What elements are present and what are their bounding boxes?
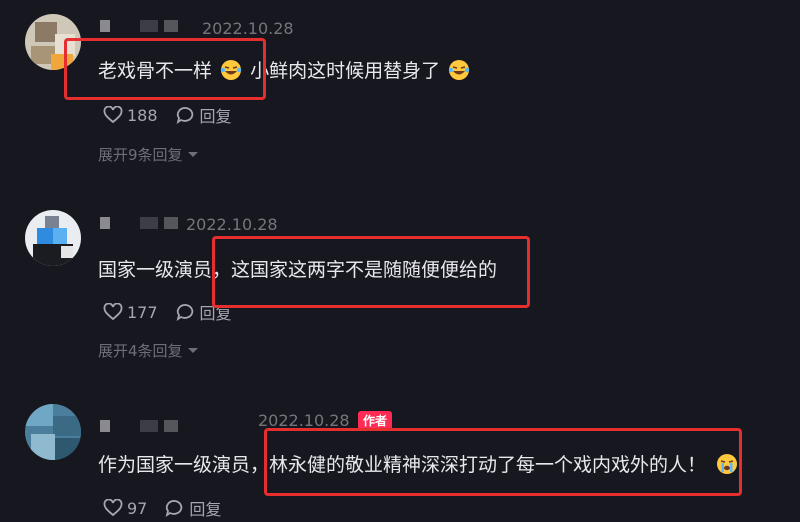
- chevron-down-icon: [187, 151, 198, 157]
- like-count: 177: [127, 302, 158, 322]
- expand-replies-label: 展开9条回复: [98, 146, 183, 164]
- highlight-box: [212, 236, 530, 308]
- reply-label: 回复: [189, 500, 222, 519]
- expand-replies-button[interactable]: 展开4条回复: [98, 340, 199, 361]
- tears-of-joy-emoji-icon: [448, 60, 470, 80]
- reply-button[interactable]: 回复: [176, 103, 232, 127]
- avatar[interactable]: [25, 404, 81, 460]
- like-count: 97: [127, 498, 148, 518]
- highlight-box: [64, 38, 266, 100]
- speech-bubble-icon: [176, 107, 193, 124]
- chevron-down-icon: [187, 347, 198, 353]
- like-button[interactable]: 97: [103, 499, 147, 518]
- like-button[interactable]: 188: [103, 106, 158, 125]
- like-button[interactable]: 177: [103, 303, 158, 322]
- speech-bubble-icon: [176, 304, 193, 321]
- comment-date: 2022.10.28: [186, 215, 278, 234]
- highlight-box: [264, 428, 742, 496]
- heart-icon: [103, 499, 123, 517]
- expand-replies-label: 展开4条回复: [98, 342, 183, 360]
- speech-bubble-icon: [165, 500, 183, 517]
- heart-icon: [103, 303, 123, 321]
- username[interactable]: [100, 420, 178, 432]
- avatar[interactable]: [25, 210, 81, 266]
- comment-date: 2022.10.28: [202, 19, 294, 38]
- reply-button[interactable]: 回复: [165, 496, 221, 520]
- username[interactable]: [100, 217, 178, 229]
- username[interactable]: [100, 20, 178, 32]
- heart-icon: [103, 106, 123, 124]
- like-count: 188: [127, 105, 158, 125]
- comment-text-part: 小鲜肉这时候用替身了: [250, 60, 441, 82]
- reply-label: 回复: [199, 107, 232, 126]
- comment-actions: 97 回复: [103, 496, 221, 520]
- expand-replies-button[interactable]: 展开9条回复: [98, 144, 199, 165]
- comment-actions: 188 回复: [103, 103, 232, 127]
